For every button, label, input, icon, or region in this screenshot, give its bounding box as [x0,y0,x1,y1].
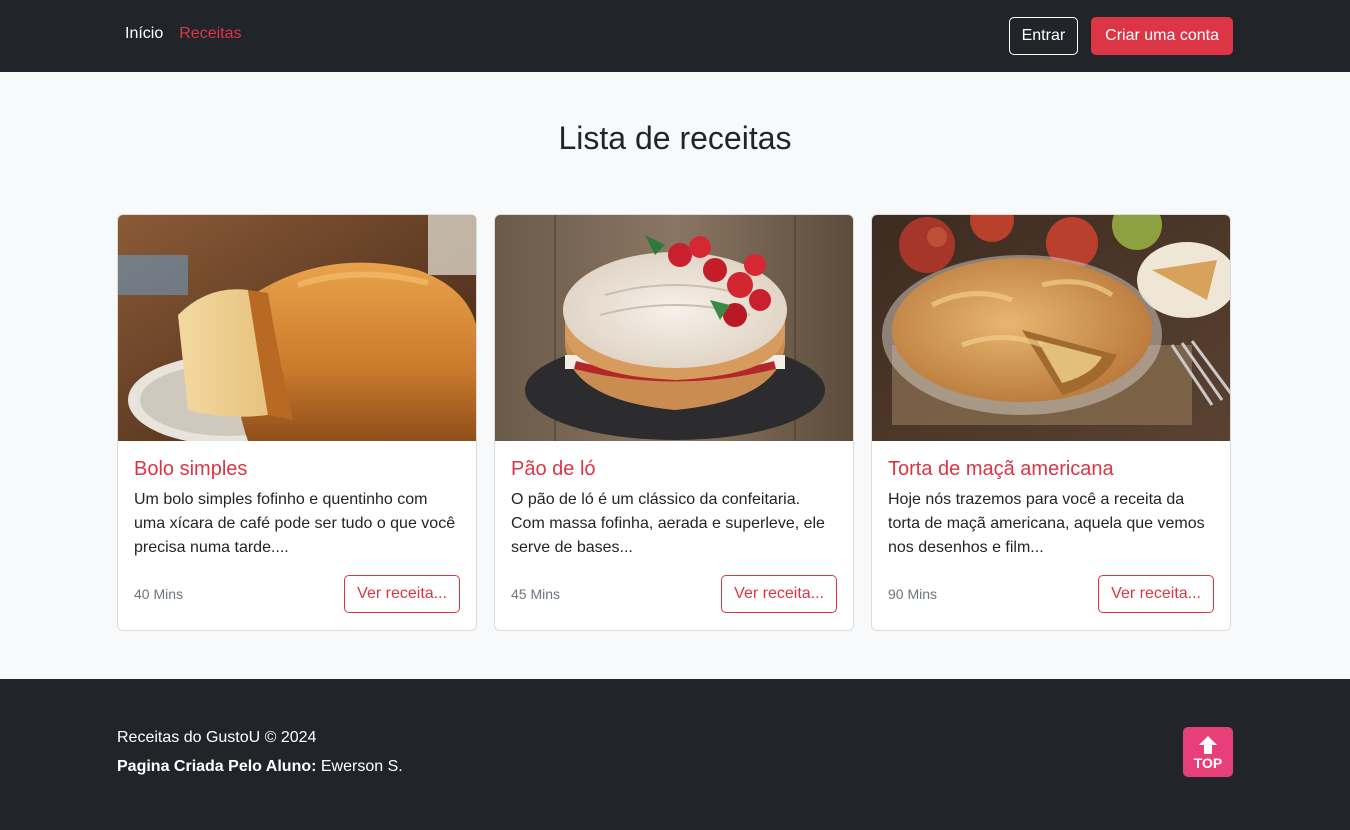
nav-actions: Entrar Criar uma conta [1008,17,1233,55]
footer-copyright: Receitas do GustoU © 2024 [117,729,317,746]
recipe-title[interactable]: Bolo simples [134,457,460,481]
recipe-card: Torta de maçã americana Hoje nós trazemo… [871,214,1231,631]
recipe-card: Pão de ló O pão de ló é um clássico da c… [494,214,854,631]
footer-author-name: Ewerson S. [316,758,403,775]
arrow-up-icon [1199,735,1217,754]
recipe-image-torta-de-maca[interactable] [872,215,1230,441]
recipe-time: 45 Mins [511,586,561,602]
recipe-card-list: Bolo simples Um bolo simples fofinho e q… [117,214,1231,631]
footer: Receitas do GustoU © 2024 Pagina Criada … [0,679,1350,830]
page-title: Lista de receitas [558,120,792,156]
view-recipe-button[interactable]: Ver receita... [1098,575,1214,613]
card-body: Pão de ló O pão de ló é um clássico da c… [495,441,853,560]
footer-author: Pagina Criada Pelo Aluno: Ewerson S. [117,758,403,776]
card-body: Bolo simples Um bolo simples fofinho e q… [118,441,476,560]
recipe-description: Um bolo simples fofinho e quentinho com … [134,491,456,556]
nav-links: Início Receitas [125,25,242,43]
card-footer: 90 Mins Ver receita... [888,575,1214,613]
navbar: Início Receitas Entrar Criar uma conta [0,0,1350,72]
recipe-description: Hoje nós trazemos para você a receita da… [888,491,1205,556]
recipe-time: 40 Mins [134,586,184,602]
view-recipe-button[interactable]: Ver receita... [344,575,460,613]
login-button[interactable]: Entrar [1008,17,1079,55]
card-footer: 40 Mins Ver receita... [134,575,460,613]
recipe-description: O pão de ló é um clássico da confeitaria… [511,491,825,556]
view-recipe-button[interactable]: Ver receita... [721,575,837,613]
recipe-time: 90 Mins [888,586,938,602]
recipe-card: Bolo simples Um bolo simples fofinho e q… [117,214,477,631]
footer-author-label: Pagina Criada Pelo Aluno: [117,758,317,775]
recipe-image-bolo[interactable] [118,215,476,441]
card-body: Torta de maçã americana Hoje nós trazemo… [872,441,1230,560]
nav-link-inicio[interactable]: Início [125,25,163,43]
signup-button[interactable]: Criar uma conta [1091,17,1233,55]
back-to-top-label: TOP [1193,754,1223,771]
recipe-title[interactable]: Torta de maçã americana [888,457,1214,481]
recipe-title[interactable]: Pão de ló [511,457,837,481]
nav-link-receitas[interactable]: Receitas [179,25,241,43]
back-to-top-button[interactable]: TOP [1183,727,1233,777]
recipe-image-pao-de-lo[interactable] [495,215,853,441]
card-footer: 45 Mins Ver receita... [511,575,837,613]
